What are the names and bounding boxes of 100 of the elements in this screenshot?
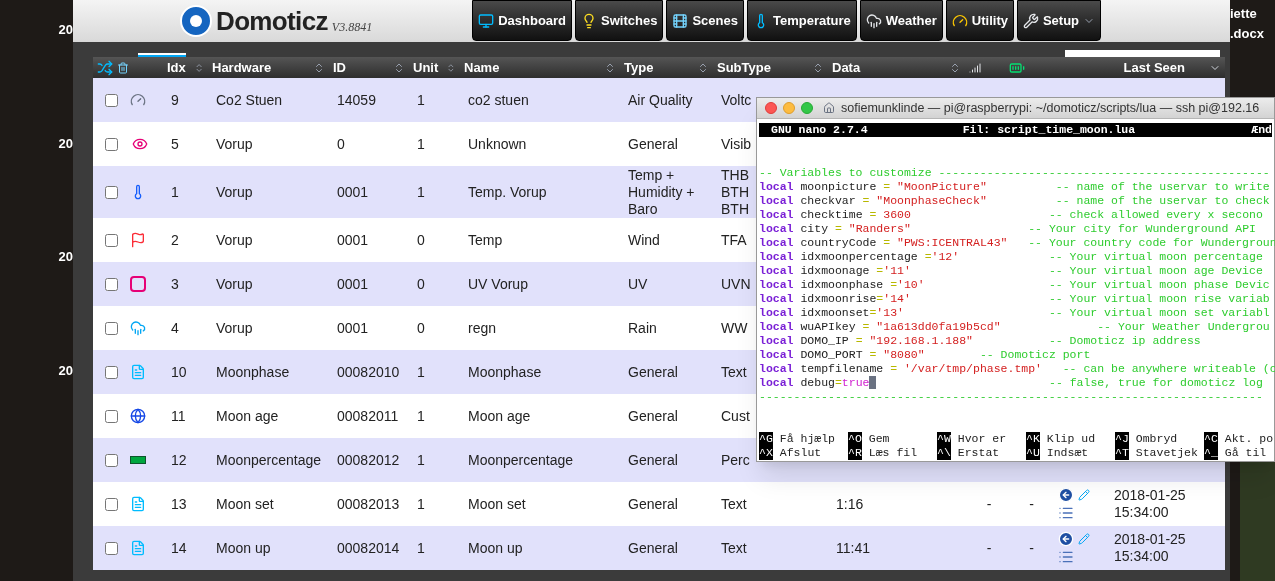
- table-cell-text: Temp: [468, 230, 503, 250]
- table-cell-text: 0: [417, 230, 425, 250]
- wrench-icon: [1022, 12, 1039, 29]
- bar-icon: [130, 456, 146, 464]
- zoom-button[interactable]: [801, 102, 813, 114]
- nav-button[interactable]: Weather: [859, 0, 943, 41]
- table-cell-text: 1: [417, 182, 425, 202]
- table-cell-text: Temp. Vorup: [468, 182, 547, 202]
- document-icon: [130, 496, 146, 512]
- column-header[interactable]: Data: [832, 57, 861, 78]
- shortcut-key: ^\: [937, 446, 951, 460]
- flag-icon: [130, 232, 146, 248]
- table-cell-text: 3: [171, 274, 179, 294]
- table-cell-text: 1: [171, 182, 179, 202]
- search-field[interactable]: [1065, 50, 1220, 57]
- table-cell-text: Vorup: [216, 318, 253, 338]
- nav-button[interactable]: Dashboard: [472, 0, 573, 41]
- shortcut-key: ^J: [1115, 432, 1129, 446]
- shortcut-label: Hvor er: [957, 432, 1007, 446]
- logo-icon: [180, 5, 212, 37]
- nav-button[interactable]: Utility: [945, 0, 1014, 41]
- table-cell-text: 1: [417, 134, 425, 154]
- table-cell: Perc: [721, 451, 750, 469]
- table-cell-text: 14059: [337, 90, 376, 110]
- signal-icon: [969, 61, 981, 74]
- column-header[interactable]: Name: [464, 57, 500, 78]
- row-checkbox[interactable]: [105, 277, 118, 291]
- table-cell-text: 0: [417, 318, 425, 338]
- globe-icon: [130, 408, 146, 424]
- column-header[interactable]: Type: [624, 57, 654, 78]
- table-cell: General: [628, 363, 678, 381]
- log-icon[interactable]: [1058, 549, 1074, 565]
- filter-tab[interactable]: [138, 53, 186, 57]
- code-line: local DOMO_IP = "192.168.1.188" -- Domoticz ip address: [759, 334, 1201, 348]
- code-line: local checkvar = "MoonphaseCheck" -- name of the uservar to check: [759, 194, 1270, 208]
- nav-button[interactable]: Setup: [1016, 0, 1102, 41]
- sort-icon: [446, 61, 456, 74]
- nav-button[interactable]: Switches: [575, 0, 664, 41]
- close-button[interactable]: [765, 102, 777, 114]
- nav-button[interactable]: Temperature: [746, 0, 857, 41]
- shortcut-label: Indsæt: [1046, 446, 1089, 460]
- table-cell-text: Moon up: [216, 538, 271, 558]
- row-checkbox[interactable]: [105, 137, 118, 151]
- gauge-icon: [951, 12, 968, 29]
- table-cell: Visib: [721, 135, 752, 153]
- row-checkbox[interactable]: [105, 365, 118, 379]
- row-checkbox[interactable]: [105, 541, 118, 555]
- table-cell: Wind: [628, 231, 660, 249]
- table-cell-text: 0001: [337, 230, 369, 250]
- version-label: V3.8841: [331, 19, 373, 36]
- table-cell-text: Moon set: [216, 494, 274, 514]
- code-comment: -- Variables to customize ------------------------------------------------: [759, 166, 1270, 180]
- row-checkbox[interactable]: [105, 185, 118, 199]
- log-icon[interactable]: [1058, 505, 1074, 521]
- table-cell: Text: [721, 539, 747, 557]
- document-icon: [130, 364, 146, 380]
- table-cell: Rain: [628, 319, 657, 337]
- shortcut-key: ^T: [1115, 446, 1129, 460]
- code-line: local idxmoonset='13' -- Your virtual moon set variabl: [759, 306, 1270, 320]
- nav-button[interactable]: Scenes: [666, 0, 744, 41]
- column-header[interactable]: ID: [333, 57, 346, 78]
- row-checkbox[interactable]: [105, 93, 118, 107]
- file-name: Fil: script_time_moon.lua: [962, 123, 1136, 137]
- column-header[interactable]: Unit: [413, 57, 439, 78]
- row-checkbox[interactable]: [105, 233, 118, 247]
- sort-icon: [812, 61, 824, 74]
- sort-icon: [313, 61, 325, 74]
- table-cell-text: 0001: [337, 274, 369, 294]
- table-cell-text: 0001: [337, 182, 369, 202]
- table-cell: General: [628, 451, 678, 469]
- table-cell-text: Moonpercentage: [216, 450, 322, 470]
- table-cell-text: Temp + Humidity + Baro: [628, 166, 696, 218]
- column-header[interactable]: Hardware: [212, 57, 272, 78]
- table-cell: UV: [628, 275, 648, 293]
- column-header[interactable]: SubType: [717, 57, 771, 78]
- logo-text: Domoticz: [216, 4, 328, 38]
- column-header[interactable]: Idx: [167, 57, 186, 78]
- status-text: Ænd: [1251, 123, 1272, 137]
- shortcut-key: ^K: [1026, 432, 1040, 446]
- row-checkbox[interactable]: [105, 321, 118, 335]
- shortcut-label: Få hjælp: [779, 432, 836, 446]
- arrow-left-icon[interactable]: [1058, 487, 1074, 503]
- shortcut-label: Akt. po: [1224, 432, 1274, 446]
- row-checkbox[interactable]: [105, 497, 118, 511]
- table-cell: WW: [721, 319, 748, 337]
- column-header[interactable]: Last Seen: [1123, 57, 1185, 78]
- table-cell-text: 1: [417, 538, 425, 558]
- table-cell-text: -: [986, 538, 992, 558]
- row-checkbox[interactable]: [105, 409, 118, 423]
- shuffle-icon[interactable]: [97, 59, 113, 76]
- trash-icon[interactable]: [117, 59, 129, 76]
- shortcut-label: Afslut: [779, 446, 822, 460]
- desktop-label: 20: [58, 21, 73, 39]
- cloud-icon: [865, 12, 882, 29]
- table-cell-text: 1: [417, 406, 425, 426]
- table-cell-text: 00082013: [337, 494, 400, 514]
- table-cell-text: 00082010: [337, 362, 400, 382]
- shortcut-key: ^O: [848, 432, 862, 446]
- row-checkbox[interactable]: [105, 453, 118, 467]
- arrow-left-icon[interactable]: [1058, 531, 1074, 547]
